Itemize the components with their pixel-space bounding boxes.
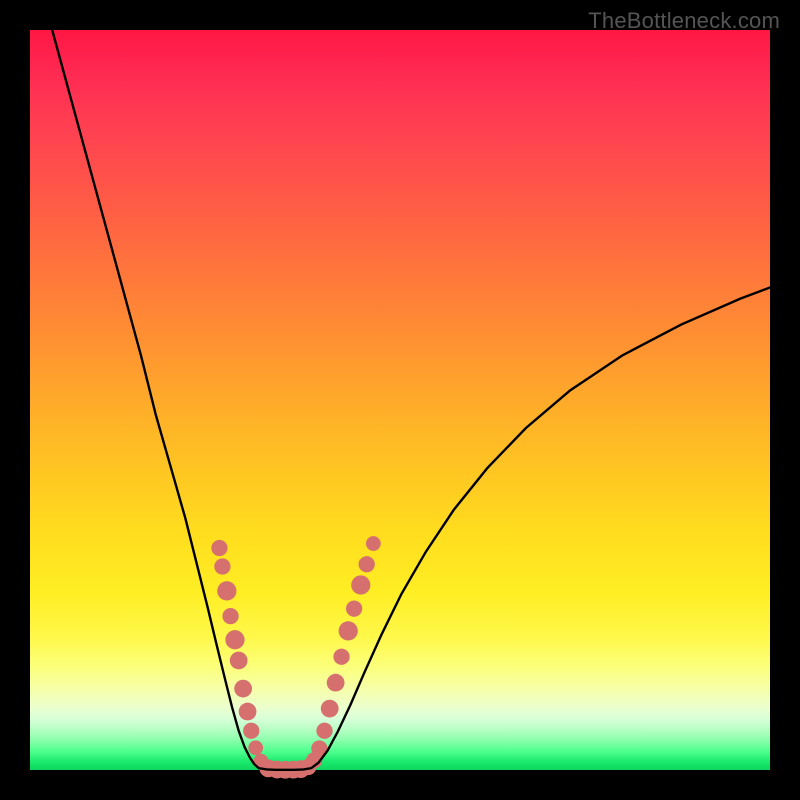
data-marker	[339, 621, 358, 640]
data-marker	[346, 601, 362, 617]
data-marker	[214, 558, 230, 574]
data-marker	[248, 740, 263, 755]
data-marker	[321, 700, 339, 718]
data-marker	[327, 674, 345, 692]
watermark-text: TheBottleneck.com	[588, 8, 780, 34]
data-marker	[230, 652, 248, 670]
marker-layer	[211, 536, 380, 779]
data-marker	[222, 608, 238, 624]
data-marker	[225, 630, 244, 649]
data-marker	[243, 723, 259, 739]
bottleneck-curve	[52, 30, 770, 770]
data-marker	[234, 680, 252, 698]
data-marker	[366, 536, 381, 551]
data-marker	[211, 540, 227, 556]
data-marker	[239, 703, 257, 721]
data-marker	[217, 581, 236, 600]
chart-frame: TheBottleneck.com	[0, 0, 800, 800]
chart-overlay	[30, 30, 770, 770]
data-marker	[333, 649, 349, 665]
data-marker	[351, 575, 370, 594]
data-marker	[359, 556, 375, 572]
data-marker	[316, 723, 332, 739]
